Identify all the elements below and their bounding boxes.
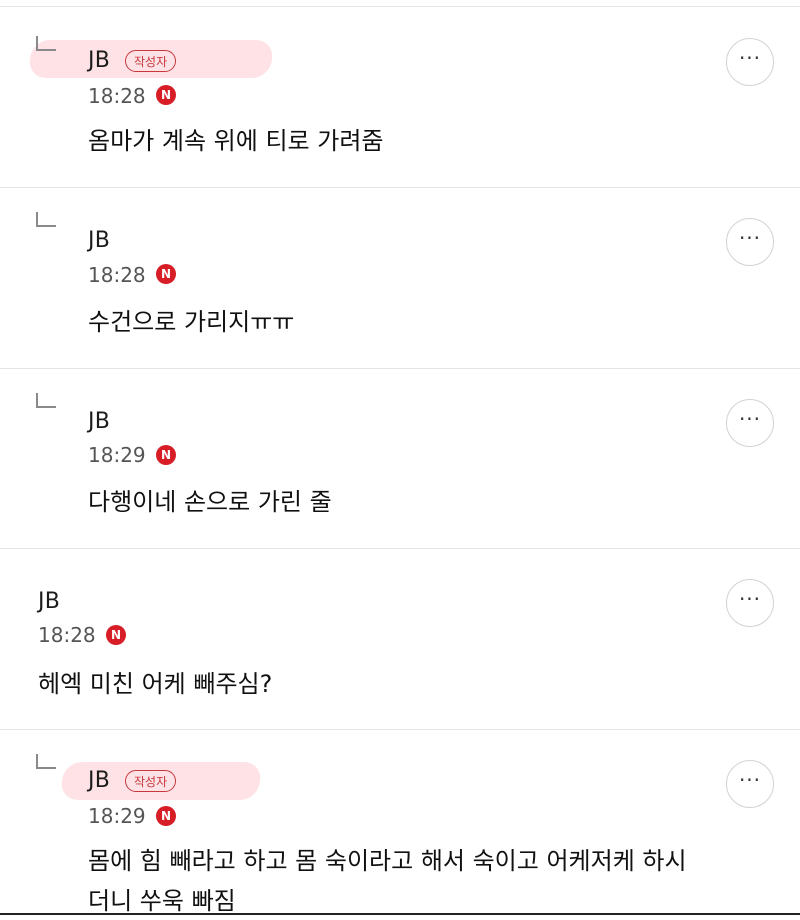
more-options-button[interactable]: ··· — [726, 399, 774, 447]
comment-item: JB 18:28 N 수건으로 가리지ㅠㅠ ··· — [0, 188, 800, 368]
reply-arrow-icon — [36, 212, 56, 227]
more-icon: ··· — [738, 768, 762, 792]
new-icon: N — [156, 264, 176, 284]
comment-text: 헤엑 미친 어케 빼주심? — [38, 670, 273, 698]
comment-item: JB 작성자 18:28 N 옴마가 계속 위에 티로 가려줌 ··· — [0, 0, 800, 187]
comment-item: JB 18:28 N 헤엑 미친 어케 빼주심? ··· — [0, 549, 800, 729]
comment-time: 18:28 — [88, 263, 146, 287]
comment-text: 수건으로 가리지ㅠㅠ — [88, 308, 295, 336]
more-icon: ··· — [738, 46, 762, 70]
more-options-button[interactable]: ··· — [726, 579, 774, 627]
comment-item: JB 작성자 18:29 N 몸에 힘 빼라고 하고 몸 숙이라고 해서 숙이고… — [0, 730, 800, 917]
comment-author[interactable]: JB — [88, 48, 110, 73]
bottom-divider — [0, 913, 800, 915]
more-icon: ··· — [738, 226, 762, 250]
more-icon: ··· — [738, 407, 762, 431]
comment-author[interactable]: JB — [88, 228, 110, 253]
comment-author[interactable]: JB — [38, 589, 60, 614]
more-options-button[interactable]: ··· — [726, 760, 774, 808]
comment-time: 18:29 — [88, 804, 146, 828]
more-icon: ··· — [738, 587, 762, 611]
new-icon: N — [106, 625, 126, 645]
comment-text: 옴마가 계속 위에 티로 가려줌 — [88, 127, 384, 155]
new-icon: N — [156, 806, 176, 826]
new-icon: N — [156, 445, 176, 465]
comment-time: 18:28 — [38, 623, 96, 647]
comment-time: 18:29 — [88, 443, 146, 467]
comment-author[interactable]: JB — [88, 768, 110, 793]
more-options-button[interactable]: ··· — [726, 218, 774, 266]
reply-arrow-icon — [36, 36, 56, 51]
reply-arrow-icon — [36, 754, 56, 769]
comment-text-line: 몸에 힘 빼라고 하고 몸 숙이라고 해서 숙이고 어케저케 하시 — [88, 847, 687, 875]
author-badge: 작성자 — [125, 770, 177, 792]
comment-time: 18:28 — [88, 84, 146, 108]
more-options-button[interactable]: ··· — [726, 38, 774, 86]
comment-text: 다행이네 손으로 가린 줄 — [88, 488, 332, 516]
author-badge: 작성자 — [125, 50, 177, 72]
comment-author[interactable]: JB — [88, 409, 110, 434]
comment-item: JB 18:29 N 다행이네 손으로 가린 줄 ··· — [0, 369, 800, 549]
reply-arrow-icon — [36, 393, 56, 408]
new-icon: N — [156, 85, 176, 105]
